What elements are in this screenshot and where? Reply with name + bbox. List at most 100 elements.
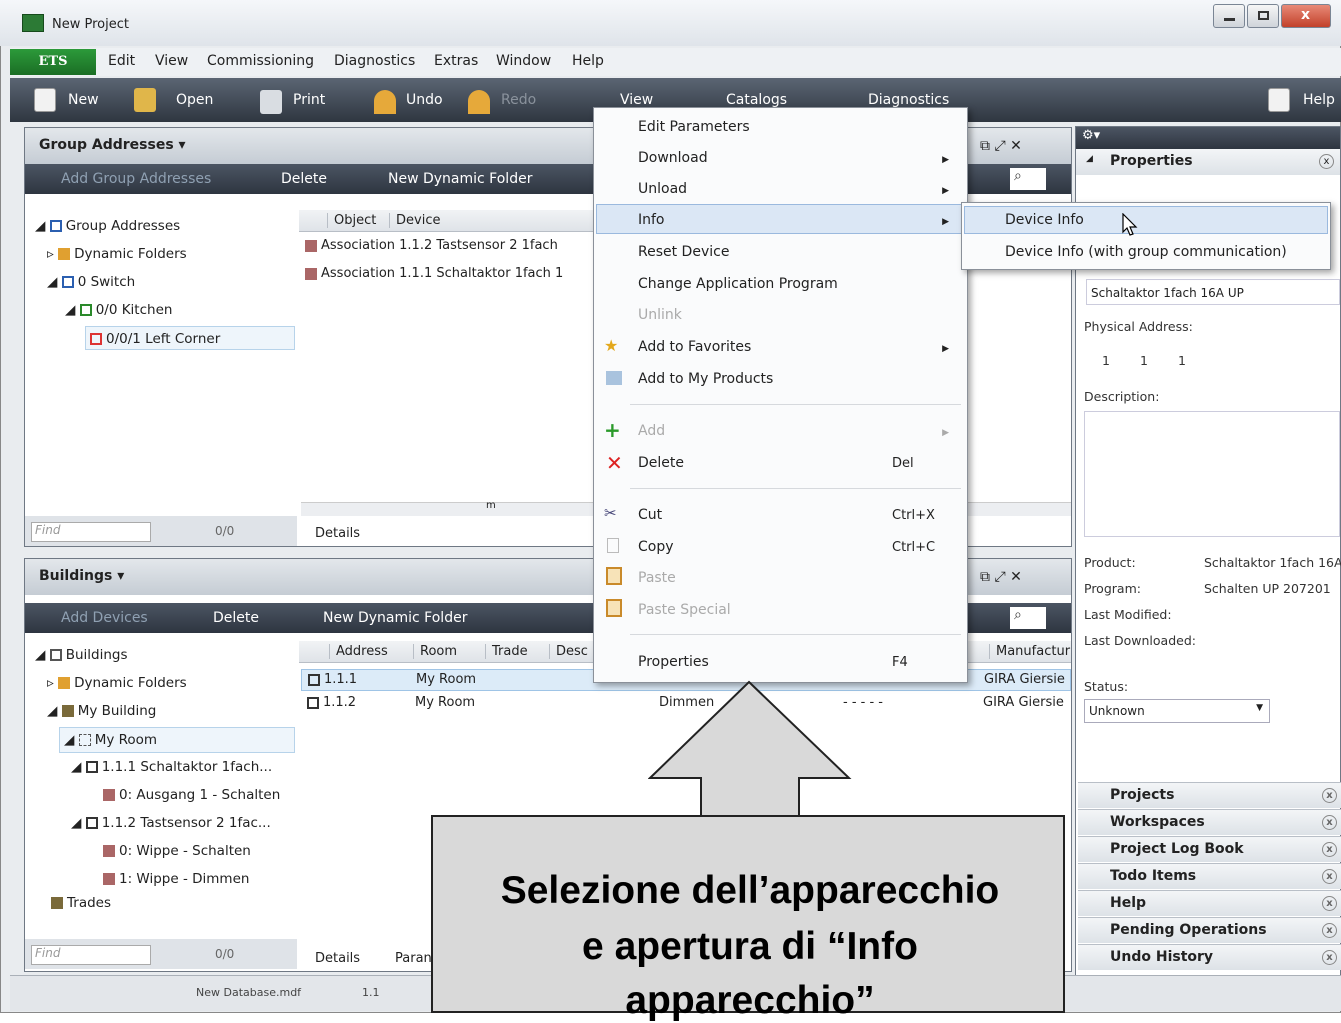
new-dynamic-folder-button[interactable]: New Dynamic Folder [388, 171, 532, 187]
menu-item-add-to-favorites[interactable]: Add to Favorites [638, 339, 751, 355]
find-input[interactable]: Find [31, 522, 151, 542]
column-device[interactable]: Device [389, 213, 440, 228]
menu-help[interactable]: Help [572, 53, 604, 69]
tree-item[interactable]: ◢ My Building [47, 703, 156, 719]
menu-item-paste[interactable]: Paste [638, 570, 676, 586]
open-button[interactable]: Open [176, 92, 213, 108]
accordion-workspaces[interactable]: Workspaces x [1078, 809, 1341, 835]
tree-item[interactable]: ◢ 1.1.2 Tastsensor 2 1fac... [71, 815, 271, 831]
menu-diagnostics[interactable]: Diagnostics [334, 53, 415, 69]
submenu-device-info[interactable]: Device Info [1005, 212, 1084, 228]
accordion-todo-items[interactable]: Todo Items x [1078, 863, 1341, 889]
gear-icon[interactable]: ⚙▾ [1082, 128, 1100, 143]
panel-window-controls[interactable]: ⧉ ⤢ ✕ [980, 569, 1022, 585]
help-button[interactable]: Help [1303, 92, 1335, 108]
parameters-tab[interactable]: Paran [395, 951, 432, 966]
accordion-help[interactable]: Help x [1078, 890, 1341, 916]
tree-item[interactable]: ▹ Dynamic Folders [47, 675, 187, 691]
close-icon[interactable]: x [1319, 154, 1334, 169]
physical-device-field[interactable]: 1 [1178, 353, 1186, 368]
undo-button[interactable]: Undo [406, 92, 443, 108]
physical-area-field[interactable]: 1 [1102, 353, 1110, 368]
tree-item[interactable]: Trades [51, 895, 111, 911]
menu-item-add[interactable]: Add [638, 423, 665, 439]
column-address[interactable]: Address [329, 644, 388, 659]
menu-item-info[interactable]: Info [638, 212, 665, 228]
tree-item[interactable]: ◢ 0 Switch [47, 274, 135, 290]
tree-item[interactable]: ◢ 1.1.1 Schaltaktor 1fach... [71, 759, 272, 775]
menu-item-paste-special[interactable]: Paste Special [638, 602, 731, 618]
table-row[interactable]: Association 1.1.2 Tastsensor 2 1fach [305, 238, 558, 253]
device-name-field[interactable]: Schaltaktor 1fach 16A UP [1086, 279, 1340, 305]
view-button[interactable]: View [620, 92, 653, 108]
database-label: New Database.mdf [196, 986, 302, 999]
tree-item[interactable]: ◢ Group Addresses [35, 218, 180, 234]
add-devices-button[interactable]: Add Devices [61, 610, 148, 626]
menu-window[interactable]: Window [496, 53, 551, 69]
new-button[interactable]: New [68, 92, 99, 108]
accordion-undo-history[interactable]: Undo History x [1078, 944, 1341, 970]
menu-item-copy[interactable]: Copy [638, 539, 674, 555]
new-dynamic-folder-button[interactable]: New Dynamic Folder [323, 610, 467, 626]
ets-menu-button[interactable]: ETS [10, 49, 96, 75]
accordion-projects[interactable]: Projects x [1078, 782, 1341, 808]
column-description[interactable]: Desc [549, 644, 588, 659]
maximize-button[interactable] [1247, 4, 1279, 28]
close-button[interactable]: x [1281, 4, 1331, 28]
tree-item-selected[interactable]: ◢ My Room [59, 727, 295, 753]
tree-item[interactable]: ◢ 0/0 Kitchen [65, 302, 172, 318]
catalogs-button[interactable]: Catalogs [726, 92, 787, 108]
description-field[interactable] [1084, 411, 1340, 537]
panel-window-controls[interactable]: ⧉ ⤢ ✕ [980, 138, 1022, 154]
menu-item-unlink[interactable]: Unlink [638, 307, 682, 323]
tree-item[interactable]: ◢ Buildings [35, 647, 128, 663]
details-tab[interactable]: Details [315, 526, 360, 541]
table-row[interactable]: Association 1.1.1 Schaltaktor 1fach 1 [305, 266, 563, 281]
column-object[interactable]: Object [327, 213, 376, 228]
panel-title[interactable]: Buildings [39, 568, 112, 584]
shortcut-copy: Ctrl+C [892, 540, 936, 555]
menu-item-cut[interactable]: Cut [638, 507, 662, 523]
menu-extras[interactable]: Extras [434, 53, 478, 69]
add-group-addresses-button[interactable]: Add Group Addresses [61, 171, 211, 187]
redo-button[interactable]: Redo [501, 92, 536, 108]
column-manufacturer[interactable]: Manufactur [989, 644, 1070, 659]
menu-item-edit-parameters[interactable]: Edit Parameters [638, 119, 750, 135]
tree-item[interactable]: 0: Wippe - Schalten [103, 843, 251, 859]
delete-button[interactable]: Delete [213, 610, 259, 626]
tree-item-selected[interactable]: 0/0/1 Left Corner [85, 326, 295, 350]
menu-item-delete[interactable]: Delete [638, 455, 684, 471]
tree-item[interactable]: 0: Ausgang 1 - Schalten [103, 787, 280, 803]
callout-line-3: apparecchio” [625, 979, 875, 1022]
search-icon[interactable]: ⌕ [1010, 168, 1046, 190]
print-button[interactable]: Print [293, 92, 325, 108]
submenu-device-info-group-communication[interactable]: Device Info (with group communication) [1005, 244, 1287, 260]
tree-item[interactable]: 1: Wippe - Dimmen [103, 871, 249, 887]
menu-view[interactable]: View [155, 53, 188, 69]
menu-item-add-to-my-products[interactable]: Add to My Products [638, 371, 773, 387]
paste-special-icon [606, 599, 622, 617]
search-icon[interactable]: ⌕ [1010, 607, 1046, 629]
details-tab[interactable]: Details [315, 951, 360, 966]
status-select[interactable]: Unknown ▼ [1084, 699, 1270, 723]
menu-item-reset-device[interactable]: Reset Device [638, 244, 729, 260]
diagnostics-button[interactable]: Diagnostics [868, 92, 949, 108]
panel-title[interactable]: Group Addresses [39, 137, 174, 153]
accordion-pending-operations[interactable]: Pending Operations x [1078, 917, 1341, 943]
delete-button[interactable]: Delete [281, 171, 327, 187]
menu-edit[interactable]: Edit [108, 53, 135, 69]
menu-item-change-application-program[interactable]: Change Application Program [638, 276, 838, 292]
menu-item-unload[interactable]: Unload [638, 181, 687, 197]
tree-item[interactable]: ▹ Dynamic Folders [47, 246, 187, 262]
physical-line-field[interactable]: 1 [1140, 353, 1148, 368]
column-trade[interactable]: Trade [485, 644, 528, 659]
program-value: Schalten UP 207201 [1204, 581, 1331, 596]
menu-item-properties[interactable]: Properties [638, 654, 709, 670]
menu-item-download[interactable]: Download [638, 150, 708, 166]
minimize-button[interactable] [1213, 4, 1245, 28]
find-input[interactable]: Find [31, 945, 151, 965]
accordion-project-log-book[interactable]: Project Log Book x [1078, 836, 1341, 862]
last-modified-label: Last Modified: [1084, 607, 1172, 622]
column-room[interactable]: Room [413, 644, 457, 659]
menu-commissioning[interactable]: Commissioning [207, 53, 314, 69]
